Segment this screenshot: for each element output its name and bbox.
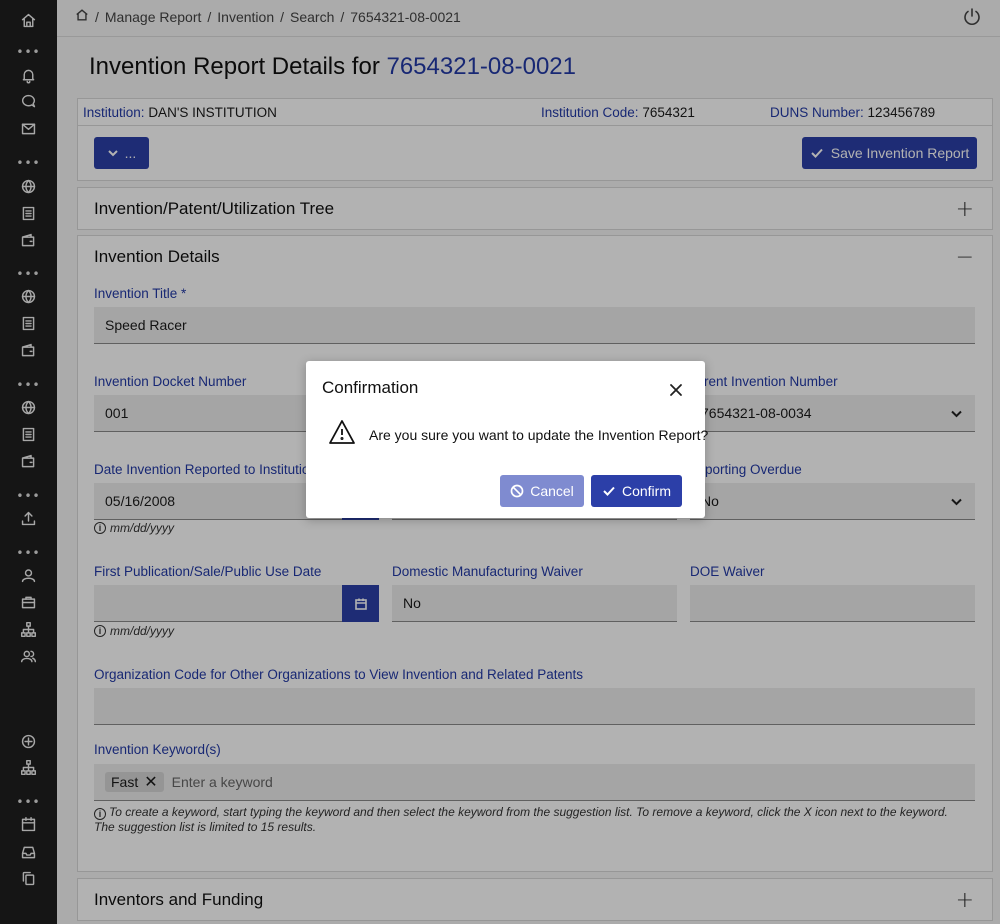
modal-backdrop[interactable]: Confirmation Are you sure you want to up… xyxy=(0,0,1000,924)
cancel-label: Cancel xyxy=(530,483,574,499)
check-icon xyxy=(603,486,615,496)
confirmation-dialog: Confirmation Are you sure you want to up… xyxy=(306,361,709,518)
cancel-icon xyxy=(510,484,524,498)
confirm-button[interactable]: Confirm xyxy=(591,475,682,507)
close-icon[interactable] xyxy=(669,383,683,397)
confirm-label: Confirm xyxy=(621,483,671,499)
dialog-title: Confirmation xyxy=(322,378,419,397)
cancel-button[interactable]: Cancel xyxy=(500,475,584,507)
dialog-message: Are you sure you want to update the Inve… xyxy=(369,427,709,443)
warning-icon xyxy=(328,419,356,445)
